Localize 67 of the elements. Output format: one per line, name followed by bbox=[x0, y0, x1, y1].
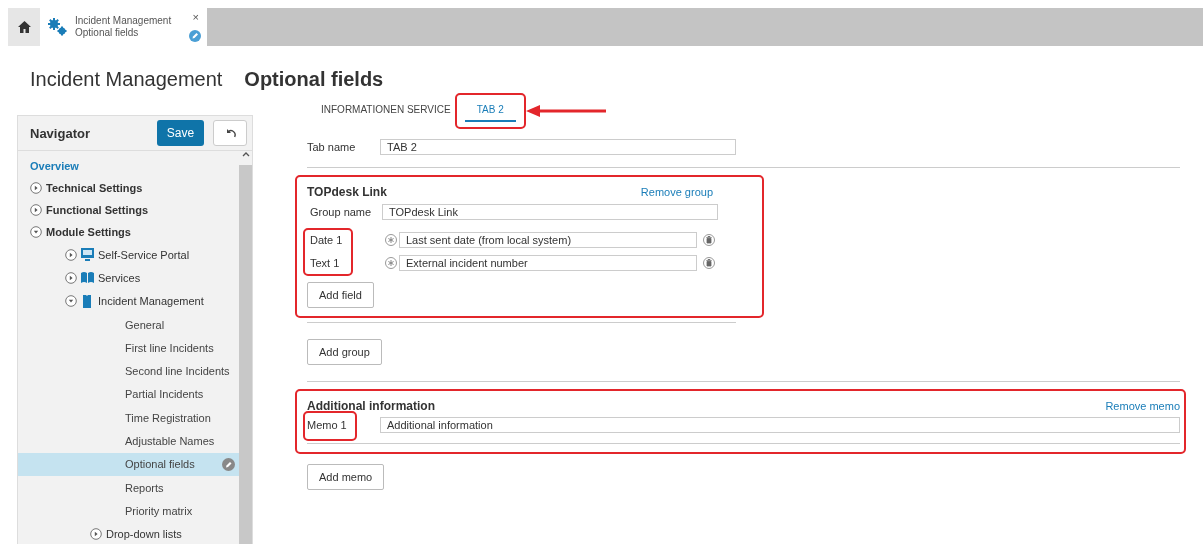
pencil-icon[interactable] bbox=[222, 457, 235, 471]
memo-title: Additional information bbox=[307, 398, 435, 413]
add-field-button[interactable]: Add field bbox=[307, 282, 374, 308]
text-field[interactable]: Additional information bbox=[380, 417, 1180, 433]
group-title: TOPdesk Link bbox=[307, 184, 387, 199]
add-memo-button[interactable]: Add memo bbox=[307, 464, 385, 490]
page-tab[interactable]: Incident Management Optional fields × bbox=[40, 8, 207, 46]
tab-title: Incident Management Optional fields bbox=[75, 15, 172, 39]
tree-item[interactable]: General bbox=[18, 312, 239, 337]
tree-item[interactable]: Module Settings bbox=[18, 221, 239, 243]
tree-item[interactable]: Overview bbox=[18, 155, 239, 177]
collapse-icon[interactable] bbox=[65, 295, 77, 308]
text-field[interactable]: TAB 2 bbox=[380, 139, 736, 155]
highlight-box bbox=[454, 93, 526, 129]
field-label: Tab name bbox=[307, 141, 357, 153]
save-button[interactable]: Save bbox=[157, 120, 204, 146]
scrollbar[interactable] bbox=[239, 151, 252, 544]
add-group-button[interactable]: Add group bbox=[307, 339, 382, 365]
tree-item[interactable]: Optional fields bbox=[18, 452, 239, 476]
field-label: Date 1 bbox=[310, 233, 344, 246]
tree-item[interactable]: Priority matrix bbox=[18, 499, 239, 523]
module-title: Incident Management bbox=[30, 68, 223, 91]
tree-item[interactable]: Reports bbox=[18, 475, 239, 500]
expand-icon[interactable] bbox=[65, 248, 77, 261]
scroll-up-icon[interactable] bbox=[241, 151, 250, 158]
tree-item[interactable]: Incident Management bbox=[18, 289, 239, 313]
monitor-icon bbox=[81, 248, 94, 262]
undo-icon bbox=[224, 127, 236, 139]
field-label: Group name bbox=[310, 206, 373, 218]
home-tab[interactable] bbox=[8, 8, 40, 46]
expand-icon[interactable] bbox=[65, 271, 77, 284]
page-title: Optional fields bbox=[244, 68, 384, 91]
trash-icon[interactable] bbox=[703, 256, 715, 269]
required-toggle-icon[interactable] bbox=[385, 233, 397, 246]
tree-item[interactable]: Second line Incidents bbox=[18, 359, 239, 383]
navigator-title: Navigator bbox=[30, 125, 91, 141]
gears-icon bbox=[48, 18, 67, 36]
tree-item[interactable]: Functional Settings bbox=[18, 199, 239, 221]
tree-item[interactable]: Technical Settings bbox=[18, 177, 239, 199]
tree-item[interactable]: Self-Service Portal bbox=[18, 243, 239, 267]
collapse-icon[interactable] bbox=[30, 226, 42, 238]
tree-item[interactable]: Time Registration bbox=[18, 406, 239, 430]
tree-item[interactable]: First line Incidents bbox=[18, 336, 239, 360]
tab[interactable]: INFORMATIONEN SERVICE bbox=[321, 100, 451, 122]
tree-item[interactable]: Adjustable Names bbox=[18, 429, 239, 453]
bookmark-icon bbox=[81, 294, 94, 308]
text-field[interactable]: Last sent date (from local system) bbox=[399, 231, 697, 248]
tab[interactable]: TAB 2 bbox=[464, 100, 516, 122]
expand-icon[interactable] bbox=[90, 528, 102, 541]
field-label: Memo 1 bbox=[307, 419, 348, 431]
tree-item[interactable]: Services bbox=[18, 266, 239, 290]
tree-item[interactable]: Drop-down lists bbox=[18, 522, 239, 544]
pencil-icon[interactable] bbox=[189, 30, 201, 42]
remove-group-link[interactable]: Remove group bbox=[640, 185, 713, 198]
field-label: Text 1 bbox=[310, 256, 341, 269]
expand-icon[interactable] bbox=[30, 182, 42, 194]
remove-memo-link[interactable]: Remove memo bbox=[1105, 399, 1180, 412]
text-field[interactable]: External incident number bbox=[399, 254, 697, 271]
undo-button[interactable] bbox=[213, 120, 247, 146]
close-button[interactable]: × bbox=[192, 11, 199, 23]
expand-icon[interactable] bbox=[30, 204, 42, 216]
text-field[interactable]: TOPdesk Link bbox=[382, 204, 718, 220]
trash-icon[interactable] bbox=[703, 233, 715, 246]
book-icon bbox=[81, 271, 94, 285]
home-icon bbox=[17, 21, 31, 33]
required-toggle-icon[interactable] bbox=[385, 256, 397, 269]
tree-item[interactable]: Partial Incidents bbox=[18, 382, 239, 407]
